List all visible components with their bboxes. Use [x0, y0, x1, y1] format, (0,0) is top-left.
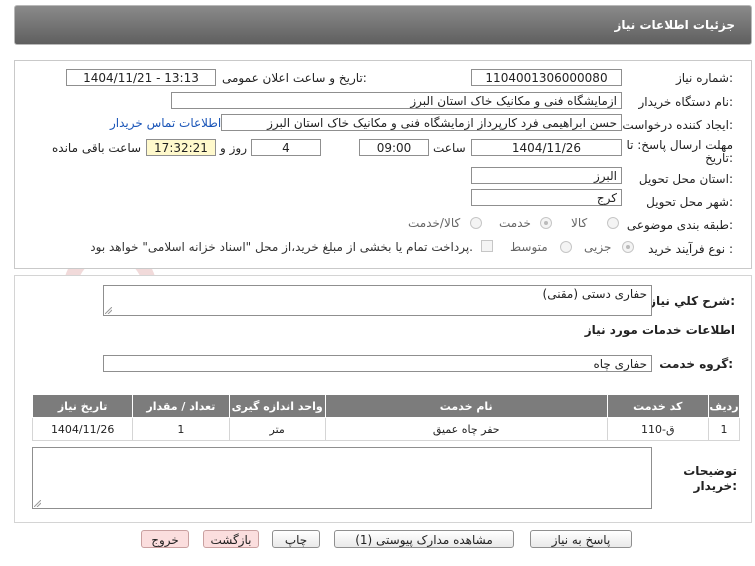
days-label: روز و [220, 141, 247, 155]
service-group-label: گروه خدمت: [659, 357, 733, 371]
province-label: استان محل تحویل: [638, 172, 733, 186]
col-service-name: نام خدمت [324, 394, 608, 418]
category-option-goods: کالا [571, 216, 588, 230]
category-radio-goods[interactable] [607, 217, 619, 229]
process-radio-minor[interactable] [622, 241, 634, 253]
buyer-notes-label-2: خریدار: [693, 479, 737, 493]
time-label: ساعت [433, 141, 466, 155]
buyer-notes-label: توضیحات [683, 464, 737, 478]
category-radio-service[interactable] [540, 217, 552, 229]
cell-unit: متر [228, 417, 326, 441]
process-radio-medium[interactable] [560, 241, 572, 253]
deadline-time-field: 09:00 [359, 139, 429, 156]
city-label: شهر محل تحویل: [646, 195, 733, 209]
cell-service-code: ق-110 [606, 417, 709, 441]
services-table-header: تاریخ نیاز تعداد / مقدار واحد اندازه گیر… [31, 394, 741, 418]
col-unit: واحد اندازه گیری [228, 394, 326, 418]
category-option-goods-service: کالا/خدمت [408, 216, 461, 230]
need-number-label: شماره نیاز: [675, 71, 733, 85]
process-option-medium: متوسط [510, 240, 548, 254]
treasury-checkbox[interactable] [481, 240, 493, 252]
col-row: ردیف [707, 394, 741, 418]
city-field: کرج [471, 189, 622, 206]
category-radio-goods-service[interactable] [470, 217, 482, 229]
cell-quantity: 1 [132, 417, 230, 441]
days-field: 4 [251, 139, 321, 156]
description-field: حفاری دستی (مقنی) [103, 285, 652, 316]
buyer-org-label: نام دستگاه خریدار: [638, 95, 734, 109]
resize-grip-icon[interactable] [105, 307, 112, 314]
description-label: شرح کلي نیاز: [649, 294, 735, 308]
category-option-service: خدمت [499, 216, 531, 230]
page-header: جزئیات اطلاعات نیاز [14, 5, 752, 45]
announce-label: تاریخ و ساعت اعلان عمومی: [222, 71, 367, 85]
table-row: 1404/11/26 1 متر حفر چاه عمیق ق-110 1 [31, 417, 741, 441]
col-quantity: تعداد / مقدار [132, 394, 230, 418]
deadline-label: مهلت ارسال پاسخ: تا [626, 138, 733, 152]
col-service-code: کد خدمت [606, 394, 709, 418]
buyer-org-field: ازمایشگاه فنی و مکانیک خاک استان البرز [171, 92, 622, 109]
back-button[interactable]: بازگشت [203, 530, 259, 548]
remaining-label: ساعت باقی مانده [52, 141, 142, 155]
buyer-notes-field[interactable] [32, 447, 652, 509]
need-number-field: 1104001306000080 [471, 69, 622, 86]
cell-row: 1 [707, 417, 741, 441]
services-section-title: اطلاعات خدمات مورد نیاز [584, 323, 735, 337]
deadline-label-date: تاریخ: [705, 151, 733, 165]
remaining-time-field: 17:32:21 [146, 139, 216, 156]
deadline-date-field: 1404/11/26 [471, 139, 622, 156]
process-option-minor: جزیی [584, 240, 612, 254]
requester-field: حسن ابراهیمی فرد کارپرداز ازمایشگاه فنی … [221, 114, 622, 131]
process-label: نوع فرآیند خرید : [648, 242, 733, 256]
reply-button[interactable]: پاسخ به نیاز [530, 530, 632, 548]
cell-service-name: حفر چاه عمیق [324, 417, 608, 441]
view-documents-button[interactable]: مشاهده مدارک پیوستی (1) [334, 530, 514, 548]
requester-label: ایجاد کننده درخواست: [622, 118, 733, 132]
cell-need-date: 1404/11/26 [31, 417, 134, 441]
announce-field: 1404/11/21 - 13:13 [66, 69, 216, 86]
service-group-field: حفاری چاه [103, 355, 652, 372]
print-button[interactable]: چاپ [272, 530, 320, 548]
payment-note: پرداخت تمام یا بخشی از مبلغ خرید،از محل … [90, 240, 473, 254]
page-title: جزئیات اطلاعات نیاز [614, 18, 735, 32]
resize-grip-icon[interactable] [34, 500, 41, 507]
province-field: البرز [471, 167, 622, 184]
contact-buyer-link[interactable]: اطلاعات تماس خریدار [110, 116, 221, 130]
exit-button[interactable]: خروج [141, 530, 189, 548]
col-need-date: تاریخ نیاز [31, 394, 134, 418]
category-label: طبقه بندی موضوعی: [626, 218, 733, 232]
services-table: تاریخ نیاز تعداد / مقدار واحد اندازه گیر… [31, 394, 741, 441]
